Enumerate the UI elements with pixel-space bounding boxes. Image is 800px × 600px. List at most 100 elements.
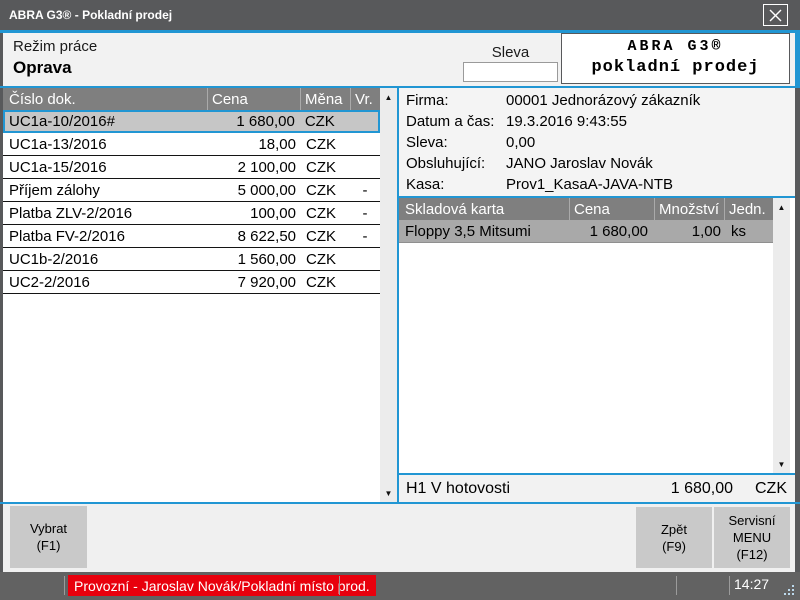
- table-row[interactable]: UC1b-2/2016 1 560,00 CZK: [3, 248, 380, 271]
- scroll-down-icon[interactable]: ▼: [380, 485, 397, 501]
- scroll-up-icon[interactable]: ▲: [380, 89, 397, 105]
- cell-currency: CZK: [300, 205, 350, 222]
- item-row[interactable]: Floppy 3,5 Mitsumi 1 680,00 1,00 ks: [399, 220, 778, 243]
- discount-input[interactable]: [463, 62, 558, 82]
- info-label: Sleva:: [399, 134, 506, 151]
- documents-pane: Číslo dok. Cena Měna Vr. UC1a-10/2016# 1…: [3, 88, 397, 502]
- app-window: ABRA G3® - Pokladní prodej Režim práce O…: [0, 0, 800, 600]
- discount-label: Sleva: [463, 44, 558, 61]
- statusbar-separator: [676, 576, 677, 595]
- col-header-price: Cena: [207, 88, 300, 110]
- cell-doc: UC1b-2/2016: [3, 251, 207, 268]
- cell-currency: CZK: [299, 113, 349, 130]
- cell-item-name: Floppy 3,5 Mitsumi: [399, 223, 569, 240]
- col-header-unit: Jedn.: [724, 198, 770, 220]
- cell-doc: Platba FV-2/2016: [3, 228, 207, 245]
- col-header-vr: Vr.: [350, 88, 380, 110]
- close-icon: [769, 9, 782, 22]
- service-menu-button[interactable]: Servisní MENU (F12): [714, 507, 790, 568]
- scroll-down-icon[interactable]: ▼: [773, 456, 790, 472]
- documents-table: Číslo dok. Cena Měna Vr. UC1a-10/2016# 1…: [3, 88, 380, 294]
- statusbar: Provozní - Jaroslav Novák/Pokladní místo…: [0, 572, 800, 600]
- cell-price: 2 100,00: [207, 159, 300, 176]
- brand-logo-line2: pokladní prodej: [562, 58, 789, 77]
- items-table-header: Skladová karta Cena Množství Jedn.: [399, 198, 778, 220]
- sale-pane: Firma: 00001 Jednorázový zákazník Datum …: [399, 88, 795, 502]
- table-row[interactable]: UC2-2/2016 7 920,00 CZK: [3, 271, 380, 294]
- table-row[interactable]: UC1a-10/2016# 1 680,00 CZK: [3, 110, 380, 133]
- scroll-up-icon[interactable]: ▲: [773, 199, 790, 215]
- cell-currency: CZK: [300, 251, 350, 268]
- cell-doc: Platba ZLV-2/2016: [3, 205, 207, 222]
- close-button[interactable]: [763, 4, 788, 26]
- resize-grip[interactable]: [782, 583, 794, 595]
- clock: 14:27: [734, 576, 769, 592]
- items-table: Skladová karta Cena Množství Jedn. Flopp…: [399, 198, 795, 473]
- total-currency: CZK: [755, 480, 795, 498]
- info-row-datetime: Datum a čas: 19.3.2016 9:43:55: [399, 111, 795, 132]
- total-amount: 1 680,00: [671, 480, 755, 498]
- brand-logo: ABRA G3® pokladní prodej: [561, 33, 790, 84]
- window-title: ABRA G3® - Pokladní prodej: [9, 8, 172, 22]
- table-row[interactable]: Platba FV-2/2016 8 622,50 CZK -: [3, 225, 380, 248]
- col-header-doc: Číslo dok.: [3, 88, 207, 110]
- cell-doc: Příjem zálohy: [3, 182, 207, 199]
- info-label: Obsluhující:: [399, 155, 506, 172]
- table-row[interactable]: UC1a-13/2016 18,00 CZK: [3, 133, 380, 156]
- cell-currency: CZK: [300, 136, 350, 153]
- cell-currency: CZK: [300, 159, 350, 176]
- select-button-label: Vybrat: [30, 520, 67, 537]
- info-label: Kasa:: [399, 176, 506, 193]
- cell-doc: UC1a-10/2016#: [5, 113, 207, 130]
- info-row-operator: Obsluhující: JANO Jaroslav Novák: [399, 153, 795, 174]
- service-menu-shortcut: (F12): [736, 546, 767, 563]
- info-row-discount: Sleva: 0,00: [399, 132, 795, 153]
- col-header-stock-card: Skladová karta: [399, 198, 569, 220]
- info-value: 00001 Jednorázový zákazník: [506, 92, 795, 109]
- window-border-right-top: [795, 33, 800, 88]
- items-scrollbar[interactable]: ▲ ▼: [773, 198, 790, 473]
- top-panel: Režim práce Oprava Sleva ABRA G3® poklad…: [3, 33, 795, 86]
- table-row[interactable]: UC1a-15/2016 2 100,00 CZK: [3, 156, 380, 179]
- cell-price: 1 680,00: [207, 113, 299, 130]
- total-row: H1 V hotovosti 1 680,00 CZK: [399, 475, 795, 502]
- info-value: 19.3.2016 9:43:55: [506, 113, 795, 130]
- cell-price: 8 622,50: [207, 228, 300, 245]
- info-row-firm: Firma: 00001 Jednorázový zákazník: [399, 90, 795, 111]
- col-header-item-price: Cena: [569, 198, 654, 220]
- cell-price: 18,00: [207, 136, 300, 153]
- cell-price: 7 920,00: [207, 274, 300, 291]
- select-button[interactable]: Vybrat (F1): [10, 506, 87, 568]
- table-row[interactable]: Příjem zálohy 5 000,00 CZK -: [3, 179, 380, 202]
- statusbar-separator: [729, 576, 730, 595]
- cell-item-qty: 1,00: [654, 223, 724, 240]
- cell-price: 100,00: [207, 205, 300, 222]
- cell-price: 1 560,00: [207, 251, 300, 268]
- cell-vr: -: [350, 228, 380, 245]
- info-value: Prov1_KasaA-JAVA-NTB: [506, 176, 795, 193]
- col-header-currency: Měna: [300, 88, 350, 110]
- select-button-shortcut: (F1): [37, 537, 61, 554]
- documents-table-header: Číslo dok. Cena Měna Vr.: [3, 88, 380, 110]
- work-mode-label: Režim práce: [13, 38, 97, 55]
- payment-type-label: H1 V hotovosti: [399, 480, 671, 498]
- status-message: Provozní - Jaroslav Novák/Pokladní místo…: [68, 575, 376, 596]
- cell-currency: CZK: [300, 228, 350, 245]
- cell-price: 5 000,00: [207, 182, 300, 199]
- cell-doc: UC1a-15/2016: [3, 159, 207, 176]
- button-bar: Vybrat (F1) Zpět (F9) Servisní MENU (F12…: [3, 504, 795, 572]
- back-button[interactable]: Zpět (F9): [636, 507, 712, 568]
- statusbar-separator: [64, 576, 65, 595]
- cell-vr: -: [350, 182, 380, 199]
- back-button-shortcut: (F9): [662, 538, 686, 555]
- brand-logo-line1: ABRA G3®: [562, 38, 789, 55]
- cell-currency: CZK: [300, 274, 350, 291]
- statusbar-separator: [339, 576, 340, 595]
- back-button-label: Zpět: [661, 521, 687, 538]
- table-row[interactable]: Platba ZLV-2/2016 100,00 CZK -: [3, 202, 380, 225]
- cell-item-price: 1 680,00: [569, 223, 654, 240]
- documents-scrollbar[interactable]: ▲ ▼: [380, 88, 397, 502]
- info-row-register: Kasa: Prov1_KasaA-JAVA-NTB: [399, 174, 795, 195]
- info-label: Datum a čas:: [399, 113, 506, 130]
- sale-info: Firma: 00001 Jednorázový zákazník Datum …: [399, 88, 795, 196]
